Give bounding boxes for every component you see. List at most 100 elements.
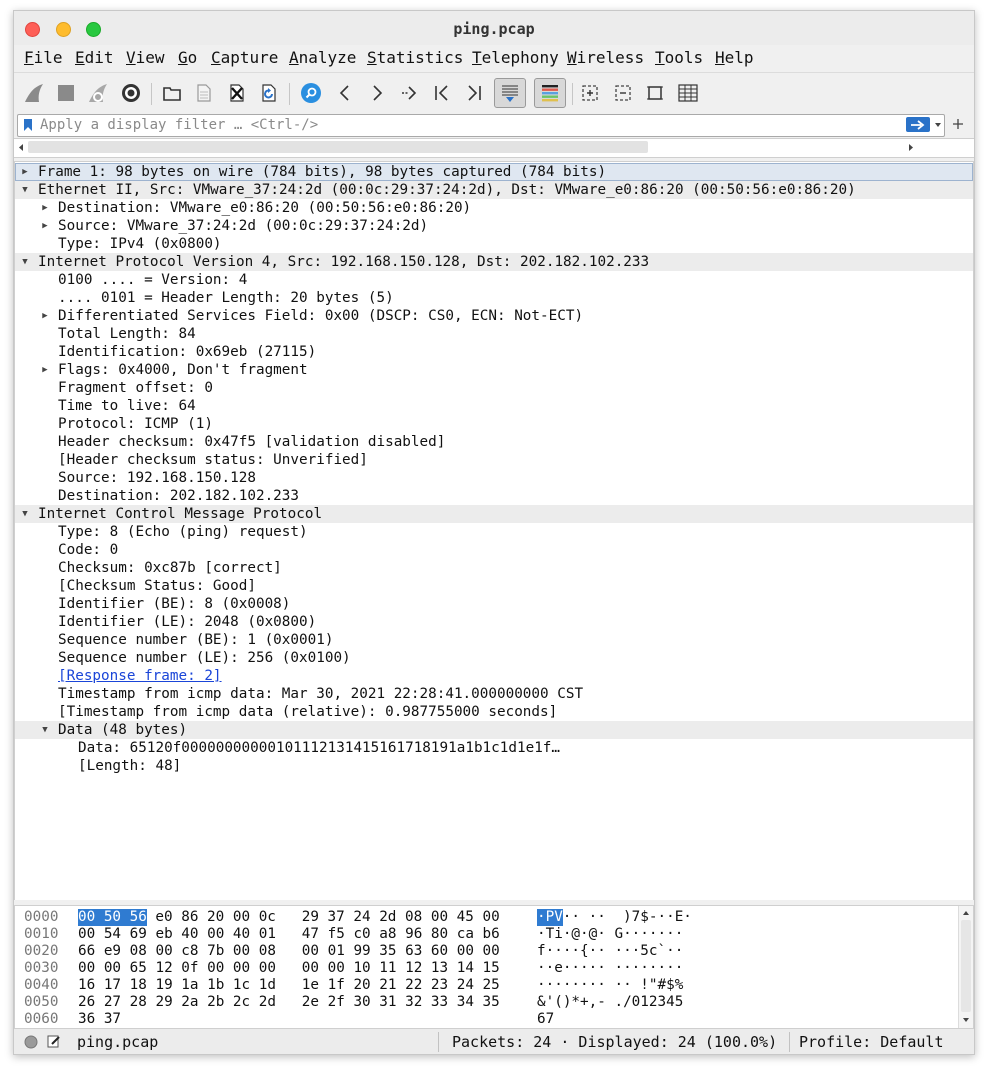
menu-statistics[interactable]: Statistics (367, 48, 463, 67)
detail-tree-row[interactable]: Destination: 202.182.102.233 (15, 487, 973, 505)
colorize-icon[interactable] (534, 78, 566, 108)
response-frame-link[interactable]: [Response frame: 2] (58, 667, 222, 685)
bytes-vertical-scrollbar[interactable] (958, 906, 973, 1028)
scroll-left-icon[interactable] (17, 143, 25, 152)
menu-file[interactable]: File (24, 48, 63, 67)
detail-tree-row[interactable]: [Length: 48] (15, 757, 973, 775)
detail-tree-row[interactable]: [Response frame: 2] (15, 667, 973, 685)
detail-tree-row[interactable]: ▼ Data (48 bytes) (15, 721, 973, 739)
shark-fin-start-icon[interactable] (21, 80, 47, 106)
detail-tree-row[interactable]: Timestamp from icmp data: Mar 30, 2021 2… (15, 685, 973, 703)
detail-tree-row[interactable]: Type: IPv4 (0x0800) (15, 235, 973, 253)
bookmark-icon[interactable] (23, 118, 33, 132)
file-icon[interactable] (191, 80, 217, 106)
byte-offset: 0040 (24, 977, 59, 993)
collapsed-triangle-icon[interactable]: ▶ (39, 217, 51, 235)
detail-tree-row[interactable]: Data: 65120f0000000000010111213141516171… (15, 739, 973, 757)
capture-comment-edit-icon[interactable] (47, 1034, 61, 1048)
ascii-bytes: 67 (537, 1011, 555, 1027)
filter-history-chevron-down-icon[interactable] (934, 121, 942, 129)
detail-row-text: Sequence number (BE): 1 (0x0001) (58, 632, 334, 648)
detail-tree-row[interactable]: Type: 8 (Echo (ping) request) (15, 523, 973, 541)
detail-tree-row[interactable]: ▼ Ethernet II, Src: VMware_37:24:2d (00:0… (15, 181, 973, 199)
packet-bytes-pane: 0000 00 50 56 e0 86 20 00 0c 29 37 24 2d … (14, 905, 974, 1029)
open-folder-icon[interactable] (159, 80, 185, 106)
detail-tree-row[interactable]: ▶ Destination: VMware_e0:86:20 (00:50:56:… (15, 199, 973, 217)
collapsed-triangle-icon[interactable]: ▶ (19, 163, 31, 181)
expanded-triangle-icon[interactable]: ▼ (19, 181, 31, 199)
reload-icon[interactable] (256, 80, 282, 106)
collapsed-triangle-icon[interactable]: ▶ (39, 307, 51, 325)
detail-tree-row[interactable]: ▼ Internet Control Message Protocol (15, 505, 973, 523)
detail-tree-row[interactable]: Code: 0 (15, 541, 973, 559)
back-arrow-icon[interactable] (332, 80, 358, 106)
expanded-triangle-icon[interactable]: ▼ (39, 721, 51, 739)
menu-help[interactable]: Help (715, 48, 754, 67)
detail-tree-row[interactable]: Protocol: ICMP (1) (15, 415, 973, 433)
forward-arrow-icon[interactable] (364, 80, 390, 106)
expanded-triangle-icon[interactable]: ▼ (19, 253, 31, 271)
detail-tree-row[interactable]: Identification: 0x69eb (27115) (15, 343, 973, 361)
zoom-out-icon[interactable] (610, 80, 636, 106)
menu-view[interactable]: View (126, 48, 165, 67)
menu-go[interactable]: Go (178, 48, 197, 67)
status-bar: ping.pcap Packets: 24 · Displayed: 24 (1… (14, 1028, 974, 1054)
menu-telephony[interactable]: Telephony (472, 48, 559, 67)
gear-options-icon[interactable] (118, 80, 144, 106)
menu-wireless[interactable]: Wireless (567, 48, 644, 67)
menu-edit[interactable]: Edit (75, 48, 114, 67)
detail-tree-row[interactable]: ▶ Differentiated Services Field: 0x00 (DS… (15, 307, 973, 325)
ascii-bytes: f····{·· ···5c`·· (537, 943, 684, 959)
detail-row-text: Checksum: 0xc87b [correct] (58, 560, 282, 576)
detail-tree-row[interactable]: Checksum: 0xc87b [correct] (15, 559, 973, 577)
last-packet-icon[interactable] (461, 80, 487, 106)
detail-tree-row[interactable]: [Checksum Status: Good] (15, 577, 973, 595)
add-filter-button-plus-icon[interactable] (952, 118, 964, 130)
scroll-right-icon[interactable] (907, 143, 915, 152)
packet-list-hscrollbar[interactable] (14, 138, 974, 158)
expert-info-status-icon[interactable] (24, 1035, 38, 1049)
detail-tree-row[interactable]: ▶ Frame 1: 98 bytes on wire (784 bits), 9… (15, 163, 973, 181)
detail-tree-row[interactable]: .... 0101 = Header Length: 20 bytes (5) (15, 289, 973, 307)
scrollbar-thumb[interactable] (28, 141, 648, 153)
detail-tree-row[interactable]: Sequence number (LE): 256 (0x0100) (15, 649, 973, 667)
scrollbar-thumb[interactable] (961, 920, 971, 1012)
detail-tree-row[interactable]: Fragment offset: 0 (15, 379, 973, 397)
detail-tree-row[interactable]: Time to live: 64 (15, 397, 973, 415)
expanded-triangle-icon[interactable]: ▼ (19, 505, 31, 523)
detail-tree-row[interactable]: Identifier (BE): 8 (0x0008) (15, 595, 973, 613)
go-to-packet-icon[interactable] (397, 80, 423, 106)
detail-tree-row[interactable]: ▶ Flags: 0x4000, Don't fragment (15, 361, 973, 379)
zoom-in-icon[interactable] (577, 80, 603, 106)
ascii-bytes: ·Ti·@·@· G······· (537, 926, 684, 942)
normal-size-icon[interactable] (642, 80, 668, 106)
scroll-up-icon[interactable] (962, 909, 970, 917)
shark-fin-restart-icon[interactable] (85, 80, 111, 106)
menu-capture[interactable]: Capture (211, 48, 278, 67)
detail-tree-row[interactable]: Sequence number (BE): 1 (0x0001) (15, 631, 973, 649)
detail-tree-row[interactable]: Source: 192.168.150.128 (15, 469, 973, 487)
hex-bytes: 36 37 (78, 1011, 122, 1027)
close-file-icon[interactable] (224, 80, 250, 106)
first-packet-icon[interactable] (429, 80, 455, 106)
detail-tree-row[interactable]: Header checksum: 0x47f5 [validation disa… (15, 433, 973, 451)
detail-tree-row[interactable]: Identifier (LE): 2048 (0x0800) (15, 613, 973, 631)
scroll-down-icon[interactable] (962, 1016, 970, 1024)
collapsed-triangle-icon[interactable]: ▶ (39, 361, 51, 379)
collapsed-triangle-icon[interactable]: ▶ (39, 199, 51, 217)
stop-icon[interactable] (53, 80, 79, 106)
menu-analyze[interactable]: Analyze (289, 48, 356, 67)
find-packet-icon[interactable] (298, 80, 324, 106)
resize-columns-icon[interactable] (675, 80, 701, 106)
detail-tree-row[interactable]: [Timestamp from icmp data (relative): 0.… (15, 703, 973, 721)
status-profile[interactable]: Profile: Default (799, 1033, 944, 1051)
menu-tools[interactable]: Tools (655, 48, 703, 67)
autoscroll-icon[interactable] (494, 78, 526, 108)
detail-tree-row[interactable]: Total Length: 84 (15, 325, 973, 343)
detail-tree-row[interactable]: ▶ Source: VMware_37:24:2d (00:0c:29:37:24… (15, 217, 973, 235)
detail-tree-row[interactable]: [Header checksum status: Unverified] (15, 451, 973, 469)
apply-filter-arrow-icon[interactable] (906, 117, 930, 132)
detail-tree-row[interactable]: 0100 .... = Version: 4 (15, 271, 973, 289)
detail-tree-row[interactable]: ▼ Internet Protocol Version 4, Src: 192.1… (15, 253, 973, 271)
display-filter-input[interactable] (40, 116, 870, 134)
